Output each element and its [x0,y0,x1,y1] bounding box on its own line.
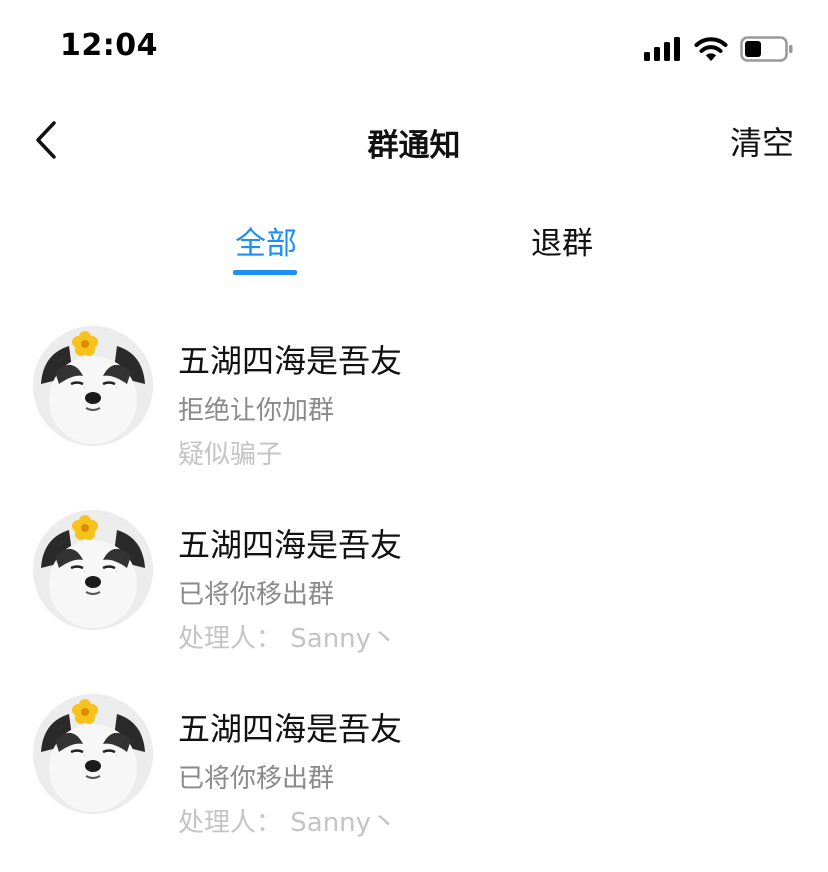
notification-action: 拒绝让你加群 [178,396,335,426]
group-avatar[interactable] [33,510,153,630]
cellular-signal-icon [644,37,680,61]
tab-all[interactable]: 全部 [226,218,306,263]
group-avatar[interactable] [33,694,153,814]
nav-bar: 群通知 清空 [0,100,828,180]
notification-detail: 处理人： Sanny丶 [178,624,398,654]
notification-action: 已将你移出群 [178,764,335,794]
notification-list: 五湖四海是吾友 拒绝让你加群 疑似骗子 五湖四海是吾友 已将你移出群 处理人： … [0,320,828,872]
battery-icon [740,36,793,62]
notification-item[interactable]: 五湖四海是吾友 已将你移出群 处理人： Sanny丶 [0,688,828,872]
status-time: 12:04 [60,28,158,63]
tab-quit-group[interactable]: 退群 [522,218,602,263]
notification-action: 已将你移出群 [178,580,335,610]
dog-avatar-image [33,326,153,446]
group-name: 五湖四海是吾友 [178,710,403,748]
tab-bar: 全部 退群 [0,210,828,280]
dog-avatar-image [33,694,153,814]
notification-item[interactable]: 五湖四海是吾友 已将你移出群 处理人： Sanny丶 [0,504,828,688]
status-icons [644,36,794,62]
group-name: 五湖四海是吾友 [178,342,403,380]
notification-detail: 处理人： Sanny丶 [178,808,398,838]
dog-avatar-image [33,510,153,630]
page-title: 群通知 [367,128,461,164]
wifi-icon [694,37,728,61]
notification-detail: 疑似骗子 [178,440,283,470]
active-tab-indicator [233,270,297,275]
group-name: 五湖四海是吾友 [178,526,403,564]
notification-item[interactable]: 五湖四海是吾友 拒绝让你加群 疑似骗子 [0,320,828,504]
status-bar: 12:04 [0,0,828,96]
clear-button[interactable]: 清空 [730,118,794,164]
group-avatar[interactable] [33,326,153,446]
